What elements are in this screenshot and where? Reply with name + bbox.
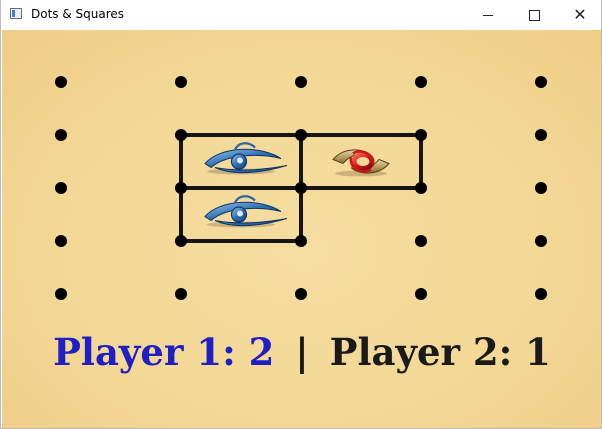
board-canvas[interactable] [2,30,602,320]
game-board[interactable]: Player 1: 2 | Player 2: 1 [2,30,602,428]
red-swirl-icon [332,149,390,177]
grid-dot[interactable] [55,129,67,141]
title-bar[interactable]: Dots & Squares ✕ [1,0,601,30]
score-separator: | [295,330,309,374]
maximize-button[interactable] [511,0,557,30]
grid-dot[interactable] [415,129,427,141]
minimize-button[interactable] [465,0,511,30]
close-button[interactable]: ✕ [557,0,601,30]
window-title: Dots & Squares [31,7,125,21]
blue-eye-icon [204,142,288,175]
grid-dot[interactable] [295,76,307,88]
game-window: Dots & Squares ✕ Player 1: 2 | Player 2:… [0,0,602,429]
grid-dot[interactable] [535,235,547,247]
grid-dot[interactable] [295,288,307,300]
grid-dot[interactable] [55,288,67,300]
grid-dot[interactable] [415,235,427,247]
grid-dot[interactable] [55,76,67,88]
grid-dot[interactable] [175,76,187,88]
minimize-icon [483,14,493,16]
grid-dot[interactable] [175,182,187,194]
maximize-icon [528,9,540,21]
player2-score: Player 2: 1 [329,330,551,374]
grid-dot[interactable] [535,182,547,194]
close-icon: ✕ [573,5,587,24]
grid-dot[interactable] [175,129,187,141]
grid-dot[interactable] [295,129,307,141]
blue-eye-icon [204,195,288,228]
player1-score: Player 1: 2 [53,330,275,374]
grid-dot[interactable] [415,76,427,88]
scoreboard: Player 1: 2 | Player 2: 1 [2,330,601,374]
grid-dot[interactable] [295,182,307,194]
grid-dot[interactable] [55,182,67,194]
grid-dot[interactable] [535,288,547,300]
grid-dot[interactable] [175,288,187,300]
app-icon [10,8,22,19]
grid-dot[interactable] [55,235,67,247]
grid-dot[interactable] [415,288,427,300]
grid-dot[interactable] [175,235,187,247]
grid-dot[interactable] [535,76,547,88]
grid-dot[interactable] [415,182,427,194]
grid-dot[interactable] [295,235,307,247]
grid-dot[interactable] [535,129,547,141]
